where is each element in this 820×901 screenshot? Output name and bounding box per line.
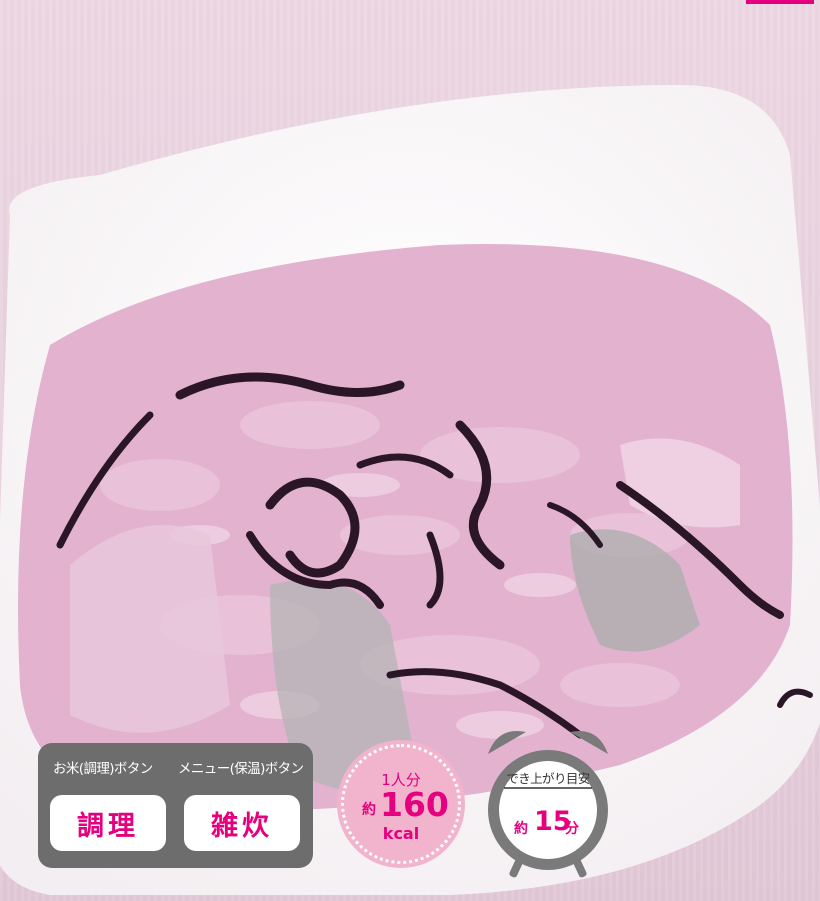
rice-button-caption: お米(調理)ボタン (53, 761, 153, 777)
timer-approx-label: 約 (514, 821, 528, 837)
control-panel: お米(調理)ボタン メニュー(保温)ボタン 調理 雑炊 (38, 743, 313, 868)
calorie-approx-label: 約 (362, 802, 376, 818)
alarm-clock-icon (488, 730, 608, 878)
zosui-menu-button[interactable]: 雑炊 (184, 795, 300, 851)
corner-tab (746, 0, 814, 4)
menu-button-caption: メニュー(保温)ボタン (178, 761, 304, 777)
timer-unit: 分 (565, 821, 579, 837)
rice-cook-button[interactable]: 調理 (50, 795, 166, 851)
calorie-value: 160 (380, 785, 449, 824)
calorie-unit: kcal (382, 824, 420, 843)
cooking-time-clock: でき上がり目安 約 15 分 (484, 724, 612, 884)
timer-title: でき上がり目安 (506, 771, 590, 786)
calorie-badge-dotted-ring: 1人分 約 160 kcal (341, 744, 461, 864)
calorie-badge: 1人分 約 160 kcal (337, 740, 465, 868)
